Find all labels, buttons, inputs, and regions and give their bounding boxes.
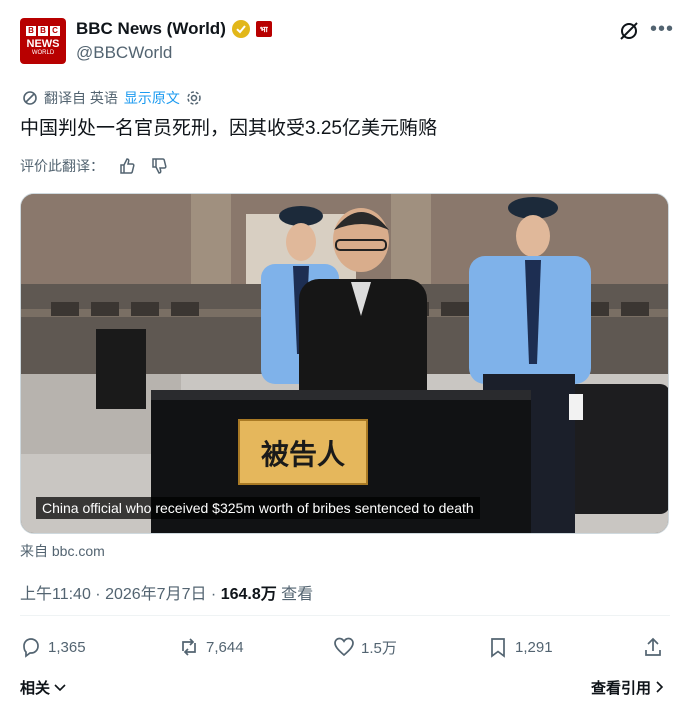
repost-icon <box>182 638 196 656</box>
like-count: 1.5万 <box>361 639 397 657</box>
affiliation-badge[interactable]: भा <box>255 21 272 37</box>
bookmark-button[interactable]: 1,291 <box>487 636 553 658</box>
share-icon <box>645 637 661 656</box>
view-count: 164.8万 <box>220 586 277 603</box>
action-bar: 1,365 7,644 1.5万 1,291 <box>20 636 670 664</box>
reply-count: 1,365 <box>48 638 86 656</box>
slash-icon <box>23 91 37 105</box>
logo-letter: B <box>26 26 36 36</box>
bookmark-icon <box>491 638 505 658</box>
bookmark-count: 1,291 <box>515 638 553 656</box>
logo-letter: C <box>50 26 60 36</box>
reply-icon <box>23 638 39 658</box>
more-options-icon[interactable]: ••• <box>650 18 674 41</box>
image-caption: China official who received $325m worth … <box>36 497 480 519</box>
divider <box>20 615 670 616</box>
show-original-link[interactable]: 显示原文 <box>124 88 180 108</box>
repost-count: 7,644 <box>206 638 244 656</box>
related-label: 相关 <box>20 680 51 697</box>
view-quotes-link[interactable]: 查看引用 <box>591 677 665 698</box>
tweet-text: 中国判处一名官员死刑，因其收受3.25亿美元贿赂 <box>20 118 437 139</box>
link-source[interactable]: 来自 bbc.com <box>20 541 105 561</box>
view-quotes-label: 查看引用 <box>591 680 652 697</box>
bbc-logo: B B C <box>26 26 60 36</box>
related-dropdown[interactable]: 相关 <box>20 677 66 698</box>
reply-button[interactable]: 1,365 <box>20 636 86 658</box>
account-name[interactable]: BBC News (World) <box>76 19 226 39</box>
avatar-news-text: NEWS <box>26 38 60 50</box>
tweet-meta: 上午11:40 · 2026年7月7日 · 164.8万 查看 <box>20 580 313 604</box>
translated-from-label: 翻译自 英语 <box>44 90 118 106</box>
chevron-right-icon <box>656 681 664 693</box>
podium-sign: 被告人 <box>261 438 345 471</box>
translation-row: 翻译自 英语 显示原文 <box>22 88 202 108</box>
grok-icon[interactable] <box>618 20 640 42</box>
gear-icon[interactable] <box>186 90 202 106</box>
tweet-timestamp[interactable]: 上午11:40 · 2026年7月7日 · <box>20 586 221 603</box>
thumbs-up-icon[interactable] <box>118 157 136 175</box>
like-button[interactable]: 1.5万 <box>333 636 397 658</box>
verified-badge-icon[interactable] <box>231 20 250 38</box>
account-handle[interactable]: @BBCWorld <box>76 43 172 63</box>
avatar-world-text: WORLD <box>31 50 55 56</box>
rate-translation-label: 评价此翻译： <box>20 158 104 174</box>
chevron-down-icon <box>54 684 66 692</box>
tweet-image[interactable]: 被告人 <box>20 193 669 534</box>
share-button[interactable] <box>642 636 664 658</box>
logo-letter: B <box>38 26 48 36</box>
account-name-row[interactable]: BBC News (World) भा <box>76 19 272 39</box>
rate-translation-row: 评价此翻译： <box>20 156 168 176</box>
views-label: 查看 <box>276 586 314 603</box>
heart-icon <box>334 637 354 657</box>
repost-button[interactable]: 7,644 <box>178 636 244 658</box>
thumbs-down-icon[interactable] <box>150 157 168 175</box>
avatar[interactable]: B B C NEWS WORLD <box>20 18 66 64</box>
